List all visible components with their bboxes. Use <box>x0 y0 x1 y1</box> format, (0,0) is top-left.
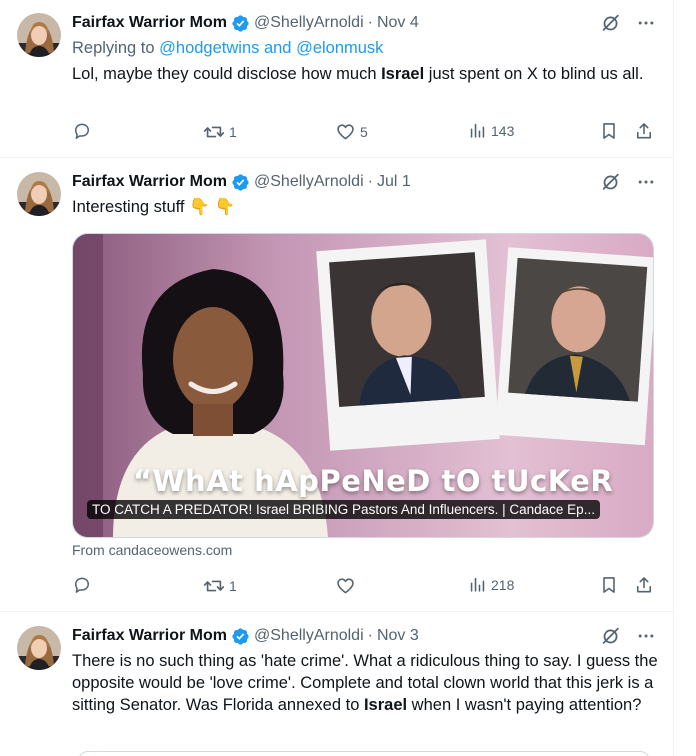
more-icon[interactable] <box>636 13 656 33</box>
verified-badge-icon <box>231 14 250 33</box>
like-button[interactable]: 5 <box>335 121 368 142</box>
views-icon <box>468 121 487 140</box>
views-button[interactable]: 218 <box>468 575 514 594</box>
tweet-text-part: Interesting stuff <box>72 198 185 216</box>
tweet-date[interactable]: Nov 4 <box>377 14 419 32</box>
display-name[interactable]: Fairfax Warrior Mom <box>72 627 227 645</box>
reply-button[interactable] <box>72 121 92 141</box>
replying-to-line: Replying to @hodgetwins and @elonmusk <box>72 39 383 58</box>
tweet-text: Interesting stuff 👇 👇 <box>72 196 662 218</box>
retweet-icon <box>203 575 225 597</box>
grok-icon[interactable] <box>600 625 622 647</box>
heart-icon <box>335 121 356 142</box>
tweet-text-bold: Israel <box>381 65 425 83</box>
display-name[interactable]: Fairfax Warrior Mom <box>72 14 227 32</box>
tweet-text-part: just spent on X to blind us all. <box>424 65 644 83</box>
share-button[interactable] <box>634 121 654 141</box>
card-overlay-title: “WhAt hApPeNeD tO tUcKeR <box>133 464 614 498</box>
avatar[interactable] <box>17 13 61 57</box>
separator-dot: · <box>367 173 373 190</box>
user-handle[interactable]: @ShellyArnoldi <box>254 14 364 32</box>
tweet-text: Lol, maybe they could disclose how much … <box>72 63 662 85</box>
views-icon <box>468 575 487 594</box>
tweet-date[interactable]: Nov 3 <box>377 627 419 645</box>
display-name[interactable]: Fairfax Warrior Mom <box>72 173 227 191</box>
replying-to-link[interactable]: @hodgetwins and @elonmusk <box>159 39 383 57</box>
tweet-text: There is no such thing as 'hate crime'. … <box>72 650 662 716</box>
tweet-header: Fairfax Warrior Mom @ShellyArnoldi · Jul… <box>72 171 411 193</box>
card-source-line[interactable]: From candaceowens.com <box>72 542 232 558</box>
tweet-text-part: Lol, maybe they could disclose how much <box>72 65 382 83</box>
tweet-text-bold: Israel <box>363 696 408 714</box>
user-handle[interactable]: @ShellyArnoldi <box>254 627 364 645</box>
bookmark-button[interactable] <box>599 575 619 595</box>
more-icon[interactable] <box>636 626 656 646</box>
retweet-count: 1 <box>229 124 237 140</box>
reply-button[interactable] <box>72 575 92 595</box>
grok-icon[interactable] <box>600 12 622 34</box>
card-source-label: From <box>72 542 109 558</box>
quoted-tweet-card[interactable] <box>78 751 650 756</box>
retweet-button[interactable]: 1 <box>203 121 237 143</box>
user-handle[interactable]: @ShellyArnoldi <box>254 173 364 191</box>
tweet-header: Fairfax Warrior Mom @ShellyArnoldi · Nov… <box>72 625 419 647</box>
share-button[interactable] <box>634 575 654 595</box>
view-count: 143 <box>491 122 515 139</box>
share-icon <box>634 575 654 595</box>
tweet-actions: 1 5 143 <box>72 121 662 143</box>
like-button[interactable] <box>335 575 360 596</box>
bookmark-button[interactable] <box>599 121 619 141</box>
verified-badge-icon <box>231 173 250 192</box>
separator-dot: · <box>367 627 373 644</box>
avatar[interactable] <box>17 172 61 216</box>
bookmark-icon <box>599 121 619 141</box>
card-caption: TO CATCH A PREDATOR! Israel BRIBING Past… <box>87 500 600 519</box>
avatar[interactable] <box>17 626 61 670</box>
replying-to-label: Replying to <box>72 39 160 57</box>
reply-icon <box>72 121 92 141</box>
timeline: Fairfax Warrior Mom @ShellyArnoldi · Nov… <box>0 0 674 756</box>
card-source-domain[interactable]: candaceowens.com <box>109 542 233 558</box>
view-count: 218 <box>491 576 515 593</box>
separator-dot: · <box>367 14 373 31</box>
like-count: 5 <box>360 123 368 140</box>
share-icon <box>634 121 654 141</box>
tweet-date[interactable]: Jul 1 <box>377 173 411 191</box>
views-button[interactable]: 143 <box>468 121 514 140</box>
reply-icon <box>72 575 92 595</box>
more-icon[interactable] <box>636 172 656 192</box>
heart-icon <box>335 575 356 596</box>
tweet-header: Fairfax Warrior Mom @ShellyArnoldi · Nov… <box>72 12 419 34</box>
link-card[interactable]: “WhAt hApPeNeD tO tUcKeR TO CATCH A PRED… <box>72 233 654 538</box>
tweet-text-part: when I wasn't paying attention? <box>407 696 642 714</box>
tweet[interactable]: Fairfax Warrior Mom @ShellyArnoldi · Nov… <box>0 612 673 756</box>
grok-icon[interactable] <box>600 171 622 193</box>
retweet-count: 1 <box>229 578 237 594</box>
retweet-icon <box>203 121 225 143</box>
verified-badge-icon <box>231 627 250 646</box>
tweet-actions: 1 218 <box>72 575 662 597</box>
tweet[interactable]: Fairfax Warrior Mom @ShellyArnoldi · Nov… <box>0 0 673 158</box>
pointing-down-emoji: 👇 👇 <box>189 197 236 216</box>
retweet-button[interactable]: 1 <box>203 575 237 597</box>
bookmark-icon <box>599 575 619 595</box>
